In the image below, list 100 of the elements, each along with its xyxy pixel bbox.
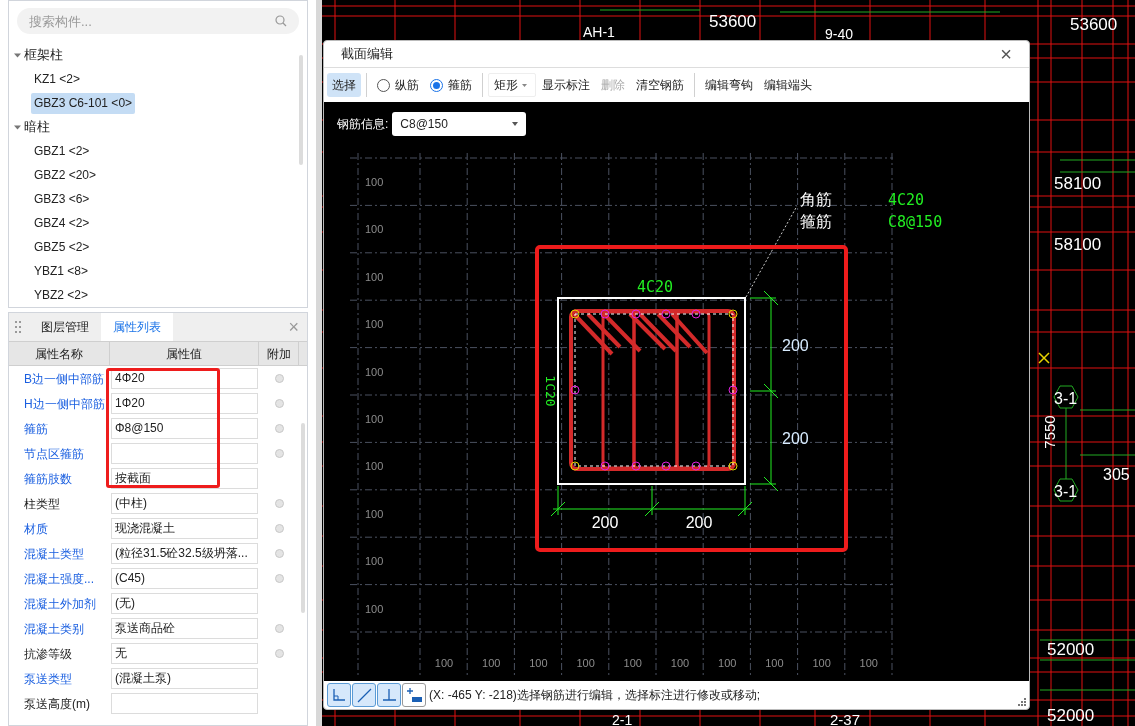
tree-group[interactable]: 框架柱	[24, 45, 63, 65]
toolbar-button[interactable]: 选择	[327, 73, 361, 97]
column-section-drawing[interactable]	[557, 297, 746, 485]
property-link[interactable]: 箍筋	[9, 419, 110, 438]
dimension-text[interactable]: 200	[591, 514, 619, 531]
property-value-field[interactable]: (无)	[111, 593, 258, 614]
property-value-field[interactable]: (粒径31.5砼32.5级坍落...	[111, 543, 258, 564]
property-link[interactable]: 材质	[9, 519, 110, 538]
line-snap-button[interactable]	[352, 683, 376, 707]
ortho-icon	[330, 686, 348, 704]
ortho-snap-button[interactable]	[327, 683, 351, 707]
property-link[interactable]: 混凝土类别	[9, 619, 110, 638]
grid-label: 100	[365, 413, 384, 425]
callout-text: 4C20	[888, 191, 925, 209]
close-button[interactable]: ×	[1000, 44, 1012, 64]
property-value-field[interactable]	[111, 443, 258, 464]
tree-item[interactable]: GBZ2 <20>	[31, 164, 100, 186]
tree-item[interactable]: GBZ3 C6-101 <0>	[31, 92, 136, 114]
callout-text: 角筋	[800, 190, 832, 209]
property-value-field[interactable]: 按截面	[111, 468, 258, 489]
drawing-label: 58100	[1054, 235, 1102, 254]
property-link[interactable]: 泵送类型	[9, 669, 110, 688]
dimension-icon	[405, 686, 423, 704]
grid-label: 100	[365, 270, 384, 283]
radio-option[interactable]: 箍筋	[425, 73, 477, 97]
tree-item[interactable]: GBZ4 <2>	[31, 212, 93, 234]
grid-label: 100	[576, 657, 595, 669]
grid-label: 100	[365, 507, 384, 520]
scrollbar[interactable]	[299, 55, 303, 165]
property-value-field[interactable]: (C45)	[111, 568, 258, 589]
radio-option[interactable]: 纵筋	[372, 73, 424, 97]
toolbar-button[interactable]: 编辑弯钩	[700, 73, 758, 97]
property-value-field[interactable]: Φ8@150	[111, 418, 258, 439]
tree-item[interactable]: YBZ1 <8>	[31, 260, 92, 282]
drawing-label: 52000	[1047, 706, 1095, 725]
toolbar-button[interactable]: 清空钢筋	[631, 73, 689, 97]
drawing-label: 7550	[1041, 415, 1058, 449]
rebar-label[interactable]: 4C20	[636, 278, 674, 296]
caret-icon	[512, 122, 519, 126]
grid-label: 100	[623, 657, 642, 669]
property-link[interactable]: 箍筋肢数	[9, 469, 110, 488]
grid-label: 100	[718, 657, 737, 669]
scrollbar[interactable]	[301, 423, 305, 613]
tree-item[interactable]: GBZ3 <6>	[31, 188, 93, 210]
property-value-field[interactable]	[111, 693, 258, 714]
dimension-tool-button[interactable]	[402, 683, 426, 707]
perpendicular-snap-button[interactable]	[377, 683, 401, 707]
search-icon	[275, 15, 287, 27]
property-value-field[interactable]: 现浇混凝土	[111, 518, 258, 539]
panel-tab[interactable]: 图层管理	[29, 313, 101, 341]
tree-group[interactable]: 暗柱	[24, 117, 50, 137]
dimension-line[interactable]	[550, 485, 753, 517]
grid-label: 100	[765, 657, 784, 669]
rebar-label[interactable]: 1C20	[543, 375, 558, 407]
drawing-label: 9-40	[825, 26, 854, 42]
drawing-label: 2-37	[830, 711, 861, 726]
tree-item[interactable]: YBZ2 <2>	[31, 284, 92, 306]
property-value-field[interactable]: 1Φ20	[111, 393, 258, 414]
property-link[interactable]: H边一侧中部筋	[9, 394, 110, 413]
dimension-text[interactable]: 200	[782, 430, 809, 447]
callout-text: C8@150	[888, 213, 943, 231]
expanded-caret-icon[interactable]	[14, 123, 21, 131]
dimension-text[interactable]: 200	[782, 337, 809, 354]
tree-item[interactable]: GBZ5 <2>	[31, 236, 93, 258]
property-link[interactable]: 混凝土强度...	[9, 569, 110, 588]
grid-label: 100	[365, 318, 384, 331]
resize-grip-icon[interactable]	[1018, 698, 1026, 706]
tree-item[interactable]: KZ1 <2>	[31, 68, 84, 90]
property-value-field[interactable]: (混凝土泵)	[111, 668, 258, 689]
shape-dropdown[interactable]: 矩形	[488, 73, 536, 97]
property-value-field[interactable]: 泵送商品砼	[111, 618, 258, 639]
grid-label: 100	[365, 555, 384, 568]
caret-icon	[522, 83, 527, 87]
dimension-text[interactable]: 200	[685, 514, 713, 531]
property-link[interactable]: 混凝土外加剂	[9, 594, 110, 613]
property-value-field[interactable]: 无	[111, 643, 258, 664]
rebar-select[interactable]: C8@150	[392, 112, 527, 136]
grid-label: 100	[365, 602, 384, 615]
property-name: 泵送高度(m)	[23, 695, 91, 713]
drag-handle-icon[interactable]	[15, 321, 21, 333]
toolbar-button[interactable]: 编辑端头	[759, 73, 817, 97]
tree-item[interactable]: GBZ1 <2>	[31, 140, 93, 162]
property-value-field[interactable]: (中柱)	[111, 493, 258, 514]
drawing-label: 3-1	[1054, 390, 1078, 407]
grid-label: 100	[482, 657, 501, 669]
grid-label: 100	[670, 657, 690, 669]
grid-label: 100	[365, 460, 384, 473]
dimension-line[interactable]	[749, 290, 779, 492]
property-link[interactable]: 节点区箍筋	[9, 444, 110, 463]
drawing-label: 53600	[1070, 15, 1118, 34]
toolbar-button[interactable]: 显示标注	[537, 73, 595, 97]
search-field[interactable]: 搜索构件...	[17, 8, 299, 34]
panel-tab[interactable]: 属性列表	[101, 313, 173, 341]
rebar-info-label: 钢筋信息:	[337, 116, 389, 133]
expanded-caret-icon[interactable]	[14, 51, 21, 59]
property-name: 柱类型	[23, 495, 61, 513]
perpendicular-icon	[380, 686, 398, 704]
column-header: 附加	[259, 342, 299, 365]
property-link[interactable]: 混凝土类型	[9, 544, 110, 563]
property-link[interactable]: B边一侧中部筋	[9, 369, 110, 388]
